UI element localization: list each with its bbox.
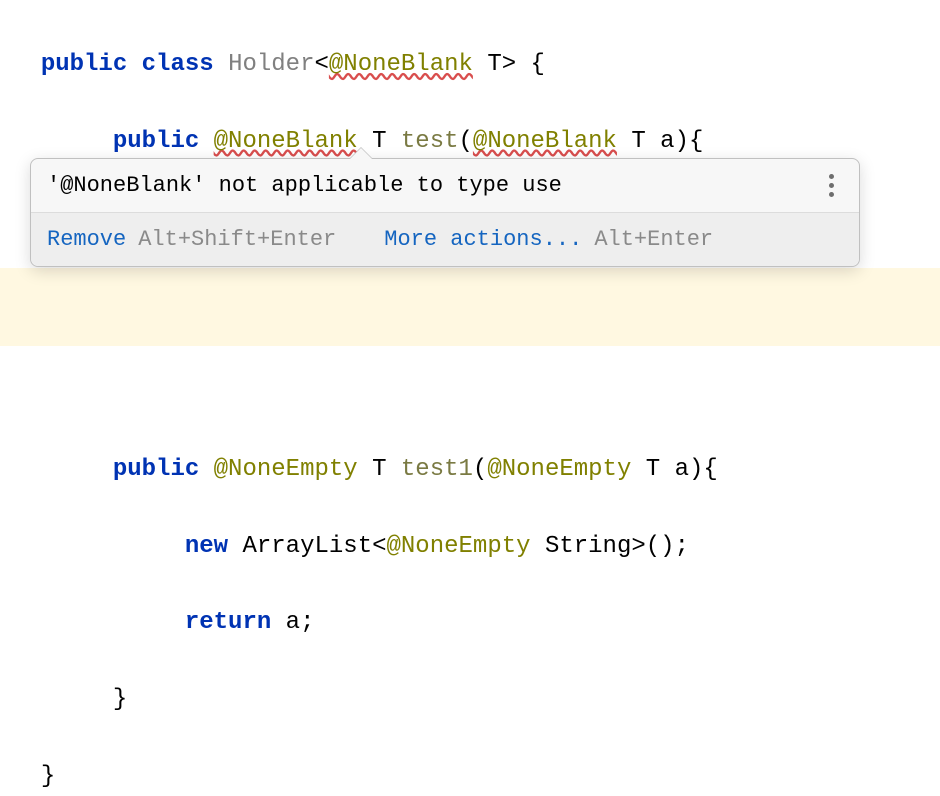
code-line: return a; xyxy=(4,566,940,643)
remove-shortcut: Alt+Shift+Enter xyxy=(138,227,336,252)
keyword-class: class xyxy=(142,51,214,78)
tooltip-arrow-icon xyxy=(349,147,373,159)
annotation-noneempty: @NoneEmpty xyxy=(214,456,358,483)
class-identifier: Holder xyxy=(228,51,314,78)
code-line: public class Holder<@NoneBlank T> { xyxy=(4,8,940,85)
code-line: public @NoneBlank T test(@NoneBlank T a)… xyxy=(4,85,940,162)
more-actions-link[interactable]: More actions... xyxy=(384,227,582,252)
tooltip-header: '@NoneBlank' not applicable to type use xyxy=(31,159,859,213)
code-line: } xyxy=(4,643,940,720)
keyword-public: public xyxy=(41,51,127,78)
inspection-tooltip: '@NoneBlank' not applicable to type use … xyxy=(30,158,860,267)
more-actions-shortcut: Alt+Enter xyxy=(594,227,713,252)
code-line: } xyxy=(4,719,940,796)
tooltip-actions: Remove Alt+Shift+Enter More actions... A… xyxy=(31,213,859,266)
annotation-noneblank: @NoneBlank xyxy=(214,128,358,155)
method-test1: test1 xyxy=(401,456,473,483)
more-vertical-icon[interactable] xyxy=(821,174,841,197)
method-test: test xyxy=(401,128,459,155)
remove-action[interactable]: Remove xyxy=(47,227,126,252)
code-line: public @NoneEmpty T test1(@NoneEmpty T a… xyxy=(4,412,940,489)
code-line: new ArrayList<@NoneEmpty String>(); xyxy=(4,489,940,566)
tooltip-message: '@NoneBlank' not applicable to type use xyxy=(47,173,562,198)
annotation-noneblank: @NoneBlank xyxy=(329,51,473,78)
